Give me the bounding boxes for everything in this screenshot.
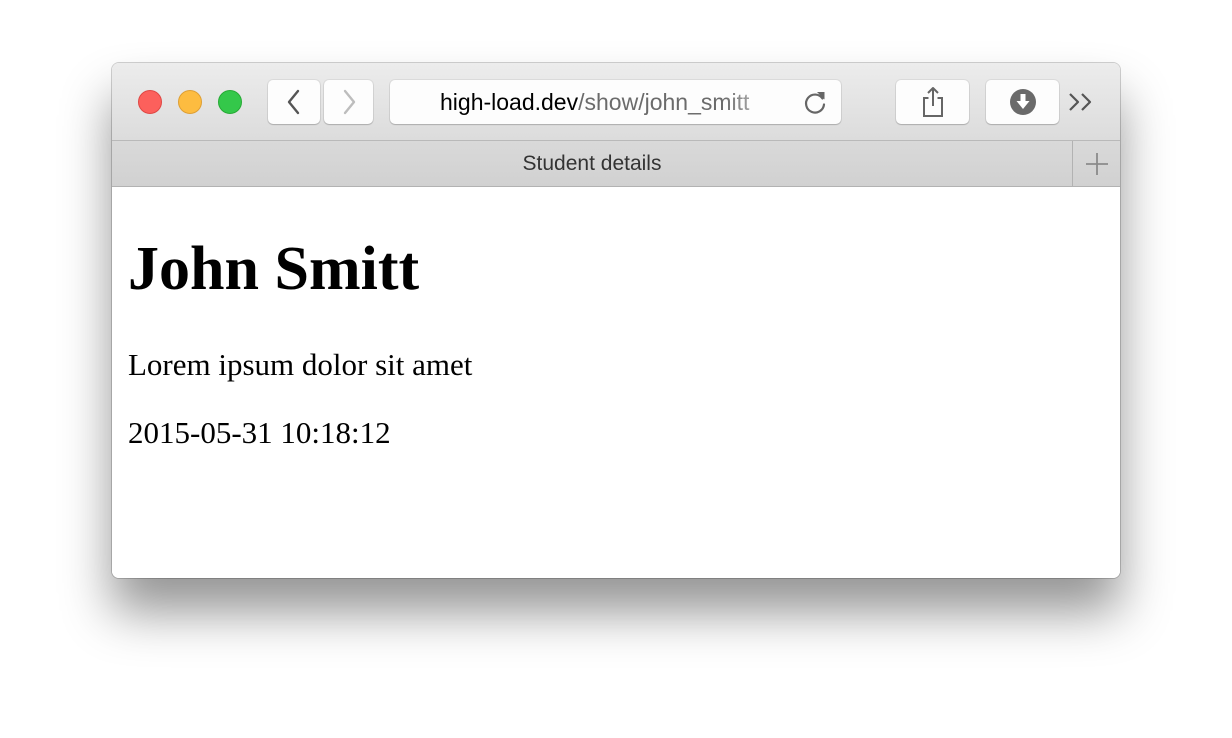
share-button[interactable] — [896, 80, 969, 124]
double-chevron-right-icon[interactable] — [1067, 90, 1097, 114]
timestamp-text: 2015-05-31 10:18:12 — [128, 415, 391, 450]
address-bar[interactable]: high-load.dev/show/john_smitt — [390, 80, 841, 124]
minimize-window-button[interactable] — [178, 90, 202, 114]
chevron-left-icon — [287, 89, 300, 115]
reload-icon[interactable] — [801, 89, 829, 117]
url-path: /show/john_smitt — [578, 89, 750, 115]
page-heading: John Smitt — [128, 235, 420, 303]
back-button[interactable] — [268, 80, 320, 124]
download-icon — [1009, 89, 1036, 115]
chevron-right-icon — [343, 89, 355, 115]
browser-window: high-load.dev/show/john_smitt Student de… — [112, 63, 1120, 578]
plus-icon — [1085, 152, 1108, 175]
downloads-button[interactable] — [986, 80, 1059, 124]
new-tab-button[interactable] — [1072, 141, 1120, 186]
maximize-window-button[interactable] — [218, 90, 242, 114]
close-window-button[interactable] — [138, 90, 162, 114]
url-text[interactable]: high-load.dev/show/john_smitt — [440, 89, 785, 115]
url-host: high-load.dev — [440, 89, 579, 115]
page-content: John Smitt Lorem ipsum dolor sit amet 20… — [112, 187, 1120, 578]
share-icon — [922, 87, 943, 117]
tab-active[interactable]: Student details — [112, 141, 1072, 186]
description-text: Lorem ipsum dolor sit amet — [128, 347, 473, 382]
forward-button[interactable] — [324, 80, 373, 124]
tab-bar: Student details — [112, 141, 1120, 187]
browser-toolbar: high-load.dev/show/john_smitt — [112, 63, 1120, 141]
